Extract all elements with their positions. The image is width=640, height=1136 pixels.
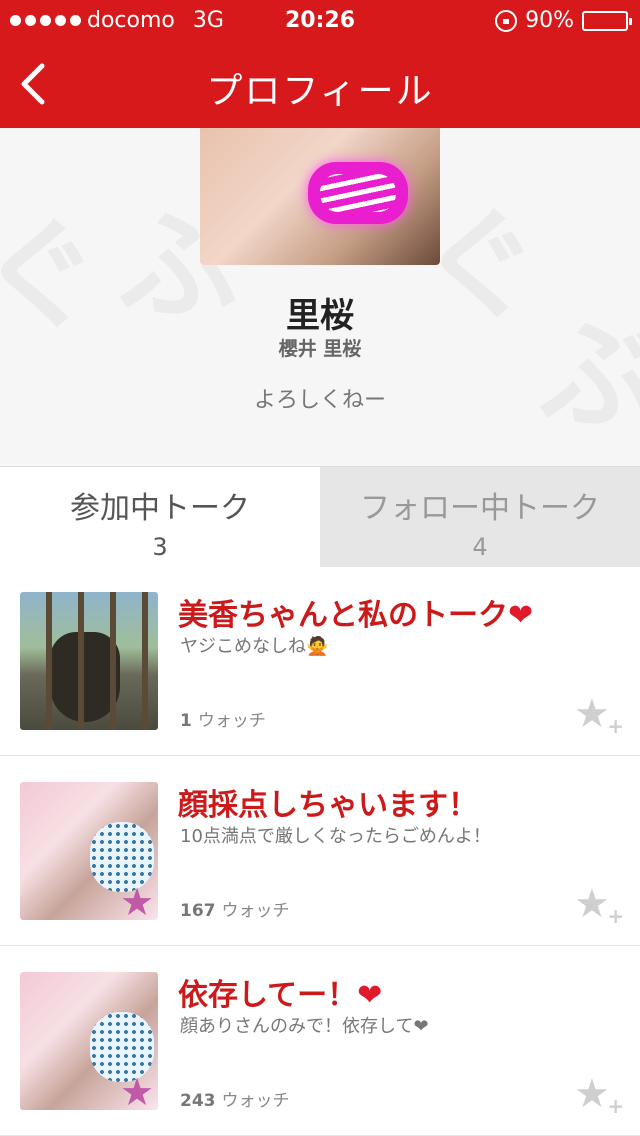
watch-count: 243 [180,1091,216,1111]
talk-thumbnail: ★ [20,972,158,1110]
talk-subtitle: ヤジこめなしね🙅 [180,636,329,657]
page-title: プロフィール [206,71,434,112]
watch-info: 243 ウォッチ [180,1086,290,1111]
heart-emoji: ❤ [508,598,534,633]
status-right: 90% [495,8,632,33]
talk-title: 美香ちゃんと私のトーク❤ [178,598,534,633]
tab-following[interactable]: フォロー中トーク 4 [320,467,640,567]
profile-section: ぐ ぶ ぐ ぶ 里桜 櫻井 里桜 よろしくねー [0,128,640,466]
watch-info: 167 ウォッチ [180,896,290,921]
watch-count: 1 [180,711,192,731]
watch-count: 167 [180,901,216,921]
talk-subtitle: 10点満点で厳しくなったらごめんよ！ [180,826,491,847]
profile-avatar[interactable] [200,128,440,265]
watch-info: 1 ウォッチ [180,706,266,731]
tab-label: 参加中トーク [70,491,250,526]
star-add-icon[interactable]: ★ + [574,884,624,926]
tab-participating[interactable]: 参加中トーク 3 [0,467,320,567]
status-bar: docomo 3G 20:26 90% [0,0,640,40]
battery-label: 90% [525,8,574,33]
battery-icon [582,10,632,31]
talk-thumbnail: ★ [20,782,158,920]
heart-emoji: ❤ [357,978,383,1013]
nav-bar: プロフィール [0,40,640,128]
star-add-icon[interactable]: ★ + [574,1074,624,1116]
profile-full-name: 櫻井 里桜 [278,338,362,360]
talk-row[interactable]: ★ 依存してー！❤ 顔ありさんのみで！依存して❤ 243 ウォッチ ★ + [0,946,640,1136]
star-add-icon[interactable]: ★ + [574,694,624,736]
watch-label: ウォッチ [221,901,290,921]
talk-title: 顔採点しちゃいます！ [178,788,478,823]
profile-name: 里桜 [286,296,354,336]
header: docomo 3G 20:26 90% プロフィール [0,0,640,128]
talk-row[interactable]: ★ 顔採点しちゃいます！ 10点満点で厳しくなったらごめんよ！ 167 ウォッチ … [0,756,640,946]
tab-label: フォロー中トーク [360,491,600,526]
talk-title: 依存してー！❤ [178,978,383,1013]
talk-row[interactable]: 美香ちゃんと私のトーク❤ ヤジこめなしね🙅 1 ウォッチ ★ + [0,566,640,756]
rotation-lock-icon [495,9,518,32]
talk-thumbnail [20,592,158,730]
profile-message: よろしくねー [253,388,386,413]
tab-count: 4 [472,533,488,561]
avatar-scribble [308,162,408,224]
talk-subtitle: 顔ありさんのみで！依存して❤ [180,1016,429,1037]
talk-tabs: 参加中トーク 3 フォロー中トーク 4 [0,466,640,567]
watch-label: ウォッチ [197,711,266,731]
watch-label: ウォッチ [221,1091,290,1111]
tab-count: 3 [152,533,168,561]
